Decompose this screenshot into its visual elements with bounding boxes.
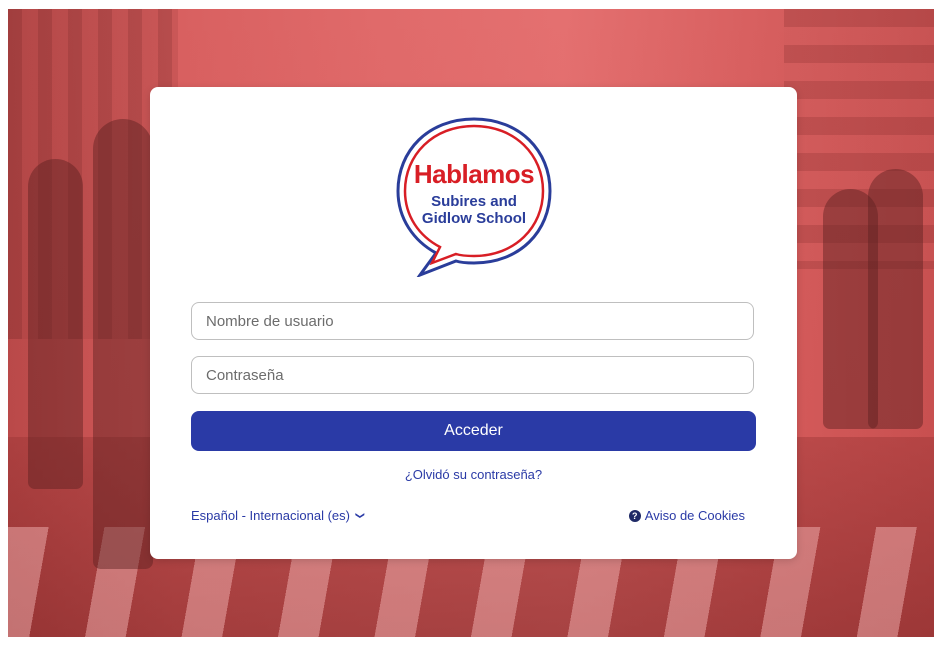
chevron-down-icon: ❯ xyxy=(355,511,366,520)
forgot-password-link[interactable]: ¿Olvidó su contraseña? xyxy=(150,467,797,482)
logo-subtitle-line1: Subires and xyxy=(431,193,517,210)
question-circle-icon: ? xyxy=(628,509,641,522)
logo-title: Hablamos xyxy=(413,159,535,189)
language-label: Español - Internacional (es) xyxy=(191,508,350,523)
school-logo: Hablamos Subires and Gidlow School xyxy=(390,115,558,279)
background-person xyxy=(93,119,153,569)
password-input[interactable] xyxy=(191,356,754,394)
cookie-notice-link[interactable]: ? Aviso de Cookies xyxy=(628,508,745,523)
login-card: Hablamos Subires and Gidlow School Acced… xyxy=(150,87,797,559)
login-button[interactable]: Acceder xyxy=(191,411,756,451)
background-person xyxy=(28,159,83,489)
username-input[interactable] xyxy=(191,302,754,340)
logo-subtitle-line2: Gidlow School xyxy=(421,210,527,227)
background-person xyxy=(868,169,923,429)
language-selector[interactable]: Español - Internacional (es) ❯ xyxy=(191,508,366,523)
cookie-notice-label: Aviso de Cookies xyxy=(644,508,745,523)
